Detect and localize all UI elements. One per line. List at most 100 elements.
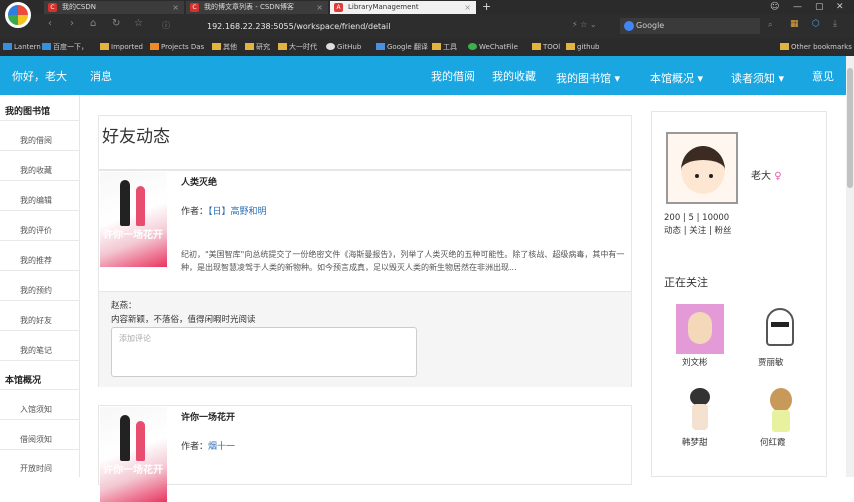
divider [0, 240, 80, 241]
bookmark-item[interactable]: Other bookmarks [780, 41, 852, 53]
friend-avatar[interactable] [756, 384, 804, 434]
sidebar-item[interactable]: 我的笔记 [20, 345, 52, 356]
download-icon[interactable]: ⤓ [833, 19, 837, 29]
reload-icon[interactable]: ↻ [112, 18, 120, 29]
friend-name[interactable]: 何红霞 [760, 436, 786, 448]
sidebar-item[interactable]: 我的预约 [20, 285, 52, 296]
bookmark-item[interactable]: Imported [100, 41, 143, 53]
home-icon[interactable]: ⌂ [90, 18, 96, 29]
bookmark-item[interactable]: WeChatFile [468, 41, 518, 53]
bookmark-item[interactable]: TOOl [532, 41, 560, 53]
book-title[interactable]: 许你一场花开 [181, 410, 235, 423]
back-icon[interactable]: ‹ [48, 18, 52, 29]
page-scrollbar[interactable] [846, 56, 854, 477]
close-tab-icon[interactable]: × [316, 1, 323, 14]
maximize-icon[interactable]: ▢ [815, 0, 824, 14]
nav-library-overview-dropdown[interactable]: 本馆概况 ▾ [650, 70, 703, 86]
sidebar-item[interactable]: 我的推荐 [20, 255, 52, 266]
info-icon: ⓘ [162, 21, 170, 30]
user-stats[interactable]: 200 | 5 | 10000 动态 | 关注 | 粉丝 [664, 212, 732, 238]
new-tab-icon[interactable]: + [482, 0, 491, 14]
feed-card: 许你一场花开 人类灭绝 作者：【日】高野和明 纪初，"美国智库"向总统提交了一份… [98, 170, 632, 387]
nav-feedback[interactable]: 意见 [812, 68, 834, 84]
close-tab-icon[interactable]: × [464, 1, 471, 14]
comment-user[interactable]: 赵燕： [111, 299, 137, 311]
friend-avatar[interactable] [756, 304, 804, 354]
friend-name[interactable]: 贾丽敏 [758, 356, 784, 368]
close-tab-icon[interactable]: × [172, 1, 179, 14]
friend-name[interactable]: 刘文彬 [682, 356, 708, 368]
browser-tab[interactable]: C 我的CSDN × [44, 1, 184, 14]
bookmark-item[interactable]: Lantern [3, 41, 41, 53]
friend-avatar[interactable] [676, 384, 724, 434]
nav-reader-notice-dropdown[interactable]: 读者须知 ▾ [731, 70, 784, 86]
bookmark-item[interactable]: GitHub [326, 41, 361, 53]
comment-area: 赵燕： 内容新颖，不落俗，值得闲暇时光阅读 添加评论 [99, 291, 631, 387]
divider [0, 180, 80, 181]
sidebar-item[interactable]: 入馆须知 [20, 404, 52, 415]
bookmark-item[interactable]: 百度一下， [42, 41, 88, 53]
sidebar-section-overview: 本馆概况 [5, 376, 42, 386]
favorite-icon[interactable]: ☆ [134, 18, 143, 29]
sidebar-item[interactable]: 开放时间 [20, 463, 52, 474]
url-field[interactable]: 192.168.22.238:5055/workspace/friend/det… [207, 19, 587, 34]
bookmark-item[interactable]: Google 翻译 [376, 41, 428, 53]
nav-my-library-dropdown[interactable]: 我的图书馆 ▾ [556, 70, 620, 86]
sidebar-item[interactable]: 我的评价 [20, 225, 52, 236]
browser-tab-active[interactable]: A LibraryManagement × [330, 1, 476, 14]
bookmark-item[interactable]: 其他 [212, 41, 237, 53]
book-author: 作者：【日】高野和明 [181, 207, 267, 217]
author-link[interactable]: 【日】高野和明 [208, 207, 267, 217]
greeting[interactable]: 你好，老大 [12, 68, 67, 84]
site-top-nav: 你好，老大 消息 我的借阅 我的收藏 我的图书馆 ▾ 本馆概况 ▾ 读者须知 ▾… [0, 56, 846, 95]
divider [0, 120, 80, 121]
bookmark-item[interactable]: Projects Das [150, 41, 204, 53]
messages-link[interactable]: 消息 [90, 68, 112, 84]
sidebar-item[interactable]: 我的编辑 [20, 195, 52, 206]
divider [0, 150, 80, 151]
nav-my-favorites[interactable]: 我的收藏 [492, 68, 536, 84]
friend-avatar[interactable] [676, 304, 724, 354]
user-name[interactable]: 老大 ♀ [751, 167, 782, 182]
bookmark-item[interactable]: 工具 [432, 41, 457, 53]
book-title[interactable]: 人类灭绝 [181, 175, 217, 188]
browser-logo-icon [5, 2, 31, 28]
google-icon [624, 21, 634, 31]
divider [0, 270, 80, 271]
caret-down-icon: ▾ [611, 72, 621, 85]
sidebar-item[interactable]: 我的好友 [20, 315, 52, 326]
caret-down-icon: ▾ [775, 72, 785, 85]
forward-icon[interactable]: › [70, 18, 74, 29]
sidebar-item[interactable]: 我的收藏 [20, 165, 52, 176]
book-cover[interactable]: 许你一场花开 [100, 172, 167, 267]
minimize-icon[interactable]: — [793, 0, 802, 14]
comment-text: 内容新颖，不落俗，值得闲暇时光阅读 [111, 315, 256, 325]
book-author: 作者：烟十一 [181, 442, 236, 452]
book-cover[interactable]: 许你一场花开 [100, 407, 167, 502]
bookmarks-bar: Lantern 百度一下， Imported Projects Das 其他 研… [0, 38, 854, 56]
bookmark-item[interactable]: 研究 [245, 41, 270, 53]
app-favicon-icon: A [334, 3, 343, 12]
close-window-icon[interactable]: ✕ [836, 0, 844, 14]
user-avatar[interactable] [666, 132, 738, 204]
sidebar-item[interactable]: 我的借阅 [20, 135, 52, 146]
nav-my-borrow[interactable]: 我的借阅 [431, 68, 475, 84]
female-icon: ♀ [774, 171, 782, 182]
user-icon[interactable]: ☺ [770, 0, 779, 14]
search-engine-box[interactable]: Google [620, 18, 760, 34]
bookmark-item[interactable]: 大一时代 [278, 41, 317, 53]
extension-icon[interactable]: ⬡ [812, 19, 820, 29]
bookmark-item[interactable]: github [566, 41, 599, 53]
add-comment-input[interactable]: 添加评论 [111, 327, 417, 377]
divider [0, 210, 80, 211]
author-link[interactable]: 烟十一 [208, 442, 235, 452]
apps-icon[interactable]: ▦ [790, 19, 799, 29]
scrollbar-thumb[interactable] [847, 68, 853, 188]
profile-panel: 老大 ♀ 200 | 5 | 10000 动态 | 关注 | 粉丝 正在关注 刘… [651, 111, 827, 477]
browser-tab[interactable]: C 我的博文章列表 - CSDN博客 × [186, 1, 328, 14]
divider [0, 300, 80, 301]
lightning-icon[interactable]: ⚡ ☆ ⌄ [572, 20, 597, 29]
friend-name[interactable]: 韩梦甜 [682, 436, 708, 448]
search-icon[interactable]: ⌕ [768, 20, 772, 30]
sidebar-item[interactable]: 借阅须知 [20, 434, 52, 445]
